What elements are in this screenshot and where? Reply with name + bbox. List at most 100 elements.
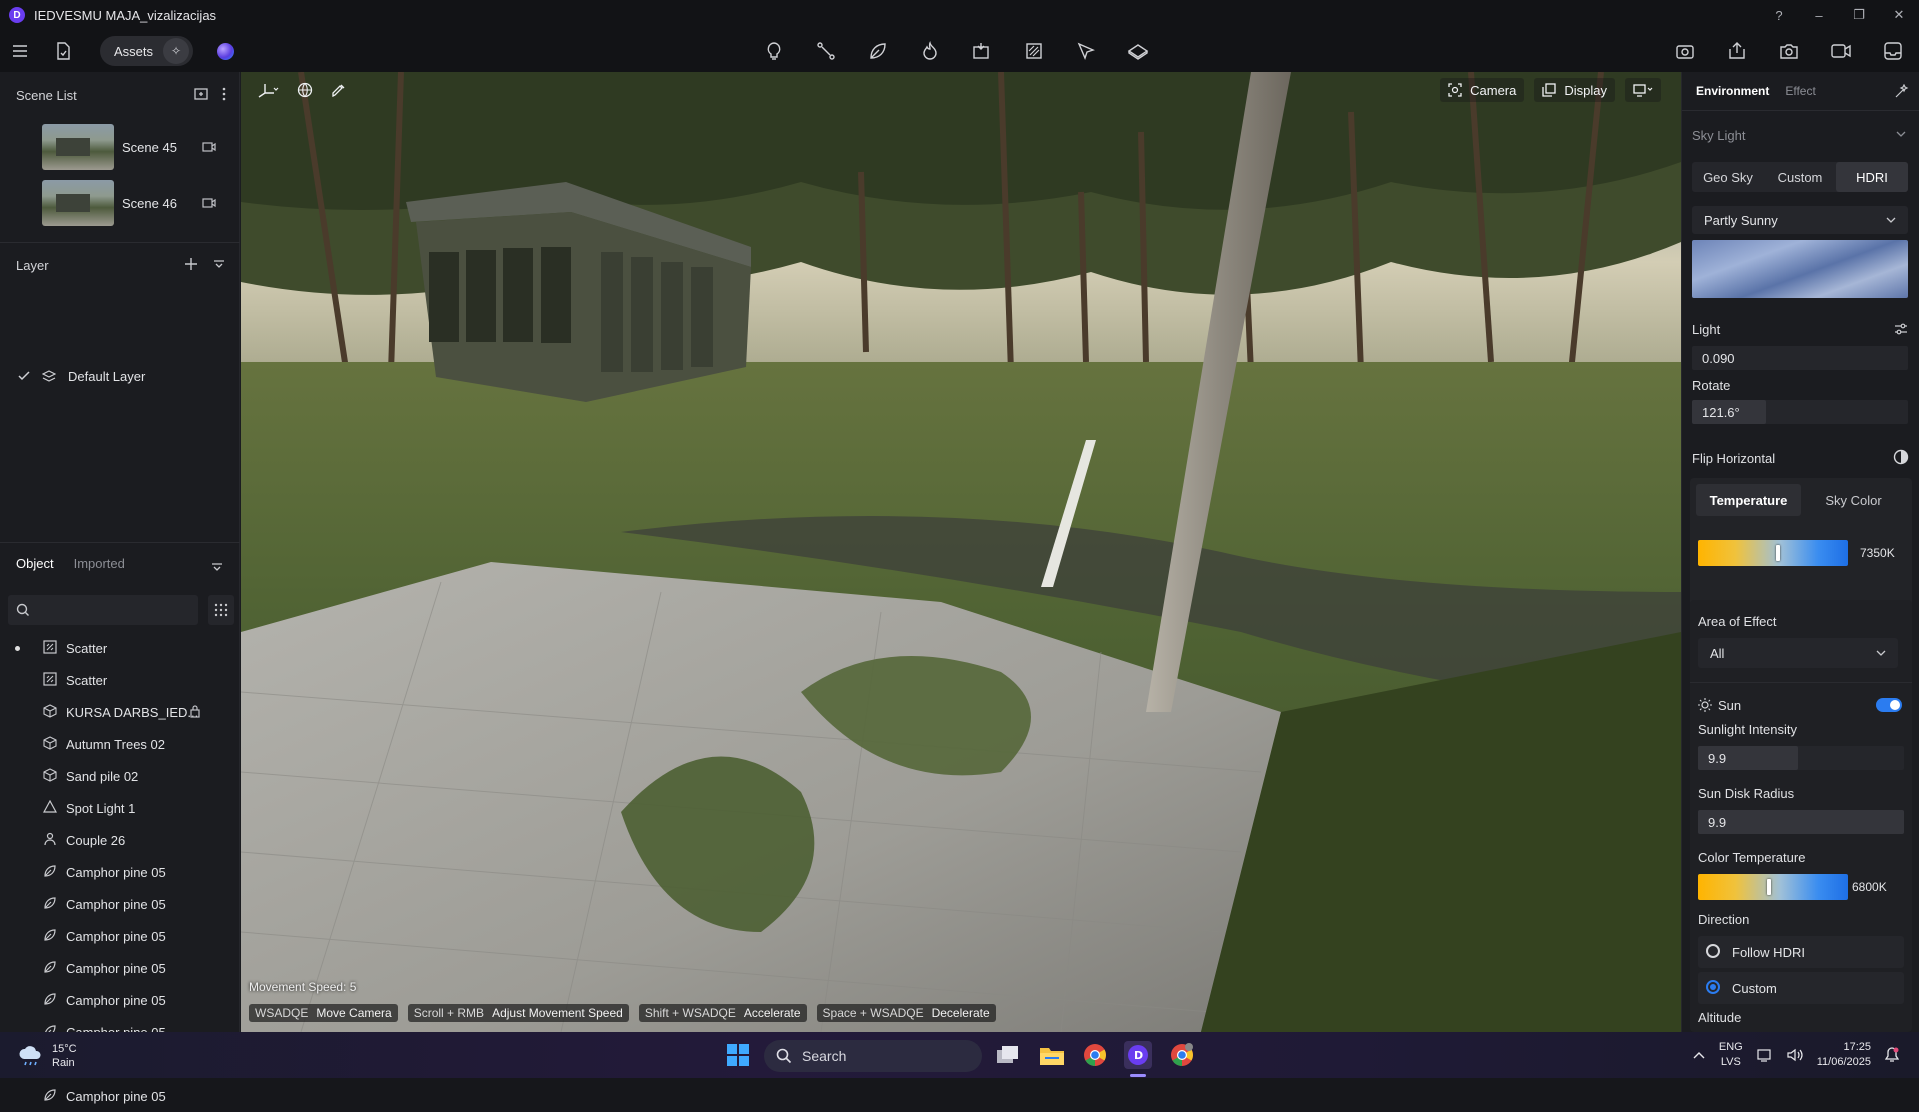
chevron-up-icon[interactable]	[1693, 1051, 1705, 1059]
display-button[interactable]: Display	[1534, 78, 1615, 102]
video-render-icon[interactable]	[1827, 38, 1855, 64]
sky-mode-geo-sky[interactable]: Geo Sky	[1692, 162, 1764, 192]
close-button[interactable]: ✕	[1879, 7, 1919, 23]
object-list-item[interactable]: Camphor pine 05	[0, 1080, 240, 1112]
object-list-item[interactable]: Scatter	[0, 632, 240, 664]
language-indicator[interactable]: ENG LVS	[1719, 1040, 1743, 1070]
object-list-item[interactable]: Camphor pine 05	[0, 984, 240, 1016]
menu-icon[interactable]	[12, 44, 28, 58]
sun-toggle[interactable]	[1876, 698, 1902, 712]
rotate-slider[interactable]: 121.6°	[1692, 400, 1908, 424]
tab-object[interactable]: Object	[16, 556, 54, 571]
tab-environment[interactable]: Environment	[1696, 84, 1769, 98]
sunlight-intensity-slider[interactable]: 9.9	[1698, 746, 1904, 770]
maximize-button[interactable]: ❐	[1839, 7, 1879, 23]
sky-mode-custom[interactable]: Custom	[1764, 162, 1836, 192]
lock-icon[interactable]	[189, 704, 201, 718]
sky-mode-hdri[interactable]: HDRI	[1836, 162, 1908, 192]
object-list-item[interactable]: Couple 26	[0, 824, 240, 856]
weather-widget[interactable]: 15°C Rain	[18, 1042, 77, 1070]
screenshot-camera-icon[interactable]	[1775, 38, 1803, 64]
help-icon[interactable]: ?	[1759, 8, 1799, 23]
scene-item[interactable]: Scene 45	[42, 124, 242, 170]
view-mode-dropdown[interactable]	[1625, 78, 1661, 102]
notification-bell-icon[interactable]	[1885, 1047, 1899, 1063]
ai-sparkle-icon[interactable]: ✧	[163, 38, 190, 64]
chrome-icon[interactable]	[1081, 1041, 1109, 1069]
light-bulb-icon[interactable]	[760, 38, 788, 64]
tab-effect[interactable]: Effect	[1785, 84, 1815, 98]
object-list-item[interactable]: Camphor pine 05	[0, 952, 240, 984]
follow-hdri-radio[interactable]	[1706, 944, 1720, 958]
object-list-item[interactable]: Camphor pine 05	[0, 856, 240, 888]
export-icon[interactable]	[1723, 38, 1751, 64]
network-icon[interactable]	[1757, 1048, 1773, 1062]
object-list-item[interactable]: Sand pile 02	[0, 760, 240, 792]
scene-camera-icon[interactable]	[202, 142, 216, 152]
chrome-profile-icon[interactable]	[1168, 1041, 1196, 1069]
temperature-slider-handle[interactable]	[1775, 545, 1780, 561]
layer-item-default[interactable]: Default Layer	[0, 362, 240, 390]
animation-tool-icon[interactable]	[968, 38, 996, 64]
magic-wand-icon[interactable]	[1895, 84, 1909, 98]
globe-icon[interactable]	[297, 82, 313, 98]
layer-filter-icon[interactable]	[212, 257, 226, 271]
path-tool-icon[interactable]	[812, 38, 840, 64]
scene-camera-icon[interactable]	[202, 198, 216, 208]
sun-disk-radius-slider[interactable]: 9.9	[1698, 810, 1904, 834]
more-options-icon[interactable]	[222, 87, 226, 101]
clock[interactable]: 17:25 11/06/2025	[1817, 1040, 1871, 1070]
start-button[interactable]	[727, 1044, 749, 1066]
light-intensity-field[interactable]: 0.090	[1692, 346, 1908, 370]
terrain-tool-icon[interactable]	[1124, 38, 1152, 64]
chevron-down-icon[interactable]	[1896, 130, 1906, 138]
eyedropper-icon[interactable]	[331, 82, 347, 98]
file-explorer-icon[interactable]	[1038, 1041, 1066, 1069]
cursor-tool-icon[interactable]	[1072, 38, 1100, 64]
custom-direction-radio[interactable]	[1706, 980, 1720, 994]
object-list-item[interactable]: Camphor pine 05	[0, 888, 240, 920]
model-icon	[43, 768, 59, 784]
add-scene-icon[interactable]	[194, 87, 208, 101]
assets-button[interactable]: Assets ✧	[100, 36, 194, 66]
color-temperature-slider-handle[interactable]	[1766, 879, 1771, 895]
task-view-icon[interactable]	[994, 1041, 1022, 1069]
hdri-preview-image[interactable]	[1692, 240, 1908, 298]
object-list-item[interactable]: Camphor pine 05	[0, 920, 240, 952]
check-icon[interactable]	[18, 371, 30, 381]
fire-effect-icon[interactable]	[916, 38, 944, 64]
axis-gizmo-icon[interactable]	[257, 82, 279, 98]
grid-view-button[interactable]	[208, 595, 234, 625]
object-list-item[interactable]: Scatter	[0, 664, 240, 696]
area-of-effect-dropdown[interactable]: All	[1698, 638, 1898, 668]
volume-icon[interactable]	[1787, 1048, 1803, 1062]
temperature-slider[interactable]	[1698, 540, 1848, 566]
object-filter-icon[interactable]	[210, 560, 224, 574]
tab-imported[interactable]: Imported	[74, 556, 125, 571]
3d-viewport[interactable]: Camera Display Movement Speed: 5 WSADQE M…	[241, 72, 1681, 1032]
add-layer-icon[interactable]	[184, 257, 198, 271]
tab-temperature[interactable]: Temperature	[1696, 484, 1801, 516]
scene-item[interactable]: Scene 46	[42, 180, 242, 226]
adjust-sliders-icon[interactable]	[1894, 323, 1908, 335]
file-sync-icon[interactable]	[54, 42, 72, 60]
inbox-icon[interactable]	[1879, 38, 1907, 64]
ai-orb-icon[interactable]	[217, 42, 235, 60]
color-temperature-slider[interactable]	[1698, 874, 1848, 900]
taskbar-search[interactable]: Search	[764, 1040, 982, 1072]
render-icon[interactable]	[1671, 38, 1699, 64]
object-list-item[interactable]: Spot Light 1	[0, 792, 240, 824]
flip-contrast-icon[interactable]	[1893, 449, 1909, 465]
tab-sky-color[interactable]: Sky Color	[1801, 484, 1906, 516]
hdri-preset-dropdown[interactable]: Partly Sunny	[1692, 206, 1908, 234]
direction-option-follow-hdri[interactable]: Follow HDRI	[1698, 936, 1904, 968]
section-tool-icon[interactable]	[1020, 38, 1048, 64]
object-list-item[interactable]: Autumn Trees 02	[0, 728, 240, 760]
d5-render-app-icon[interactable]: D	[1124, 1041, 1152, 1069]
object-search-input[interactable]	[8, 595, 198, 625]
object-list-item[interactable]: KURSA DARBS_IED...	[0, 696, 240, 728]
minimize-button[interactable]: –	[1799, 8, 1839, 23]
direction-option-custom[interactable]: Custom	[1698, 972, 1904, 1004]
leaf-tool-icon[interactable]	[864, 38, 892, 64]
camera-button[interactable]: Camera	[1440, 78, 1525, 102]
